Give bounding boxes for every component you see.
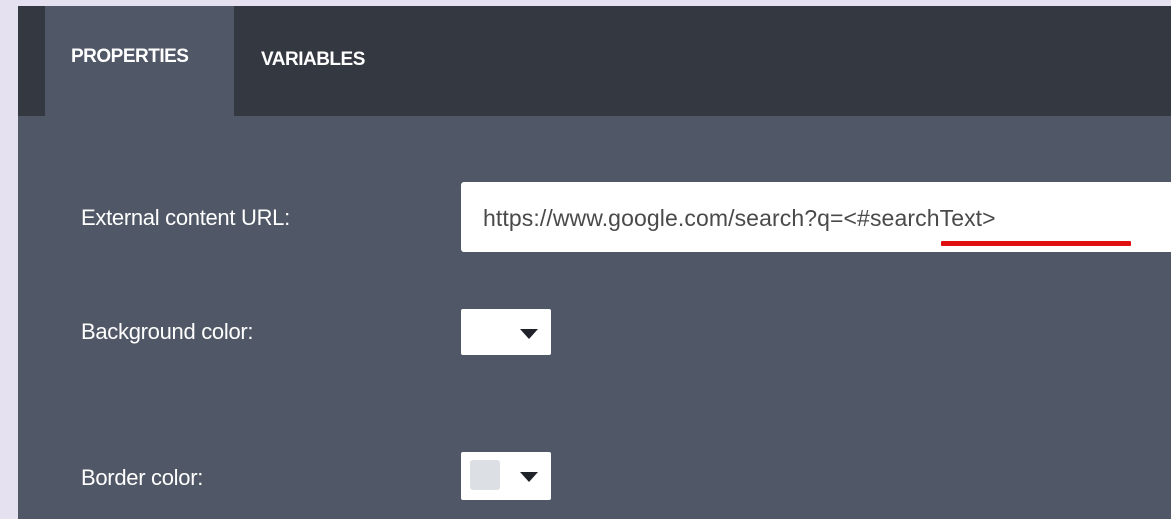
variable-highlight-underline [941, 241, 1131, 246]
caret-down-icon [520, 472, 538, 482]
border-color-label: Border color: [81, 465, 204, 490]
caret-down-icon [520, 329, 538, 339]
tab-properties-label: PROPERTIES [71, 46, 189, 67]
border-color-swatch [470, 460, 500, 490]
tab-properties[interactable]: PROPERTIES [45, 6, 234, 116]
tab-bar: PROPERTIES VARIABLES [18, 6, 1171, 116]
external-url-value: https://www.google.com/search?q=<#search… [483, 205, 996, 231]
border-color-picker[interactable] [461, 452, 551, 500]
tab-variables[interactable]: VARIABLES [234, 6, 394, 116]
background-color-picker[interactable] [461, 309, 551, 355]
external-url-label: External content URL: [81, 205, 290, 230]
background-color-swatch [470, 317, 500, 347]
background-color-label: Background color: [81, 319, 254, 344]
properties-panel: PROPERTIES VARIABLES External content UR… [18, 6, 1171, 519]
tab-variables-label: VARIABLES [261, 49, 365, 70]
